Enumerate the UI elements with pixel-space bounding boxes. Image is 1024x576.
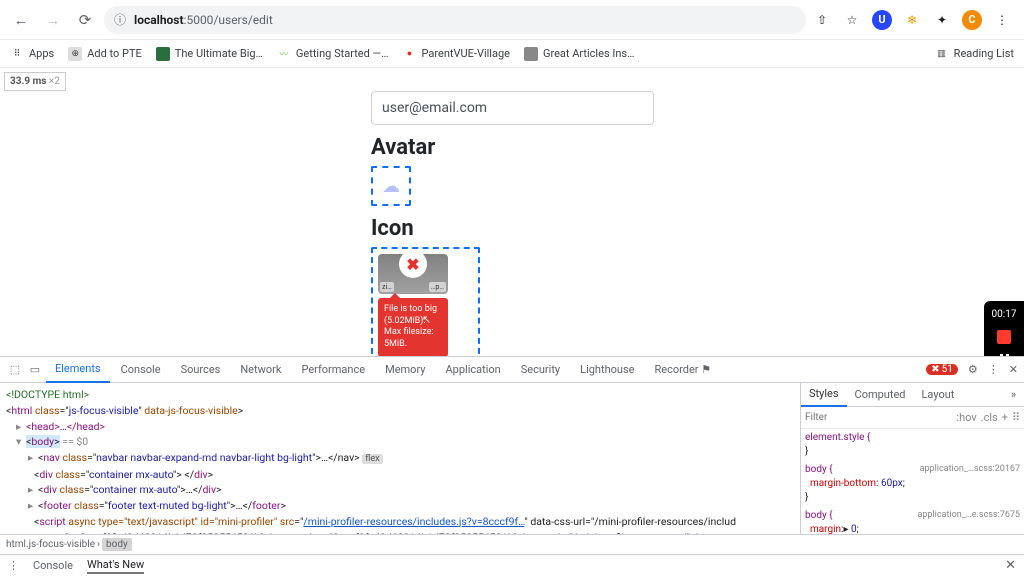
bookmark-item[interactable]: ⊕Add to PTE (68, 47, 142, 61)
cloud-upload-icon: ☁ (382, 176, 400, 197)
styles-menu-icon[interactable]: ⠿ (1012, 411, 1020, 424)
hov-toggle[interactable]: :hov (956, 411, 976, 424)
dom-breadcrumb[interactable]: html.js-focus-visible › body (0, 534, 1024, 554)
tab-elements[interactable]: Elements (46, 357, 110, 383)
site-info-icon: ⓘ (114, 11, 126, 28)
styles-rules[interactable]: element.style { } application_…scss:2016… (801, 429, 1024, 534)
avatar-dropzone[interactable]: ☁ (371, 166, 411, 206)
reading-list[interactable]: ▥Reading List (935, 47, 1014, 61)
drawer-console-tab[interactable]: Console (33, 559, 73, 572)
error-count-badge[interactable]: ✖ 51 (926, 364, 958, 375)
more-icon[interactable]: ⋮ (988, 363, 999, 376)
layout-tab[interactable]: Layout (914, 383, 963, 407)
tab-application[interactable]: Application (436, 357, 509, 383)
back-button[interactable]: ← (8, 7, 34, 33)
drawer-close-icon[interactable]: ✕ (1005, 558, 1016, 573)
bookmark-item[interactable]: The Ultimate Big… (156, 47, 263, 61)
reload-button[interactable]: ⟳ (72, 7, 98, 33)
inspect-icon[interactable]: ⬚ (6, 363, 24, 376)
apps-shortcut[interactable]: ⠿Apps (10, 47, 54, 61)
styles-tab[interactable]: Styles (801, 383, 847, 407)
remove-file-button[interactable] (399, 250, 427, 278)
dom-tree[interactable]: <!DOCTYPE html> <html class="js-focus-vi… (0, 383, 800, 534)
device-toggle-icon[interactable]: ▭ (26, 363, 44, 376)
tab-lighthouse[interactable]: Lighthouse (571, 357, 643, 383)
tab-console[interactable]: Console (112, 357, 170, 383)
extensions-icon[interactable]: ✦ (932, 10, 952, 30)
bookmark-item[interactable]: Great Articles Ins… (524, 47, 634, 61)
tab-sources[interactable]: Sources (172, 357, 230, 383)
drawer-toggle-icon[interactable]: ⋮ (8, 559, 19, 572)
upload-error: File is too big (5.02MiB). Max filesize:… (378, 298, 448, 357)
star-icon[interactable]: ☆ (842, 10, 862, 30)
icon-heading: Icon (371, 216, 654, 241)
settings-icon[interactable]: ⚙ (968, 363, 978, 376)
icon-dropzone[interactable]: zi……p… File is too big (5.02MiB). Max fi… (371, 247, 480, 364)
recorder-time: 00:17 (992, 309, 1017, 320)
ext-1-icon[interactable]: U (872, 10, 892, 30)
url: localhost:5000/users/edit (134, 13, 273, 27)
tab-memory[interactable]: Memory (376, 357, 434, 383)
close-devtools-icon[interactable]: ✕ (1009, 363, 1018, 376)
stop-record-button[interactable] (997, 330, 1011, 344)
bookmark-item[interactable]: ●ParentVUE-Village (403, 47, 510, 61)
share-icon[interactable]: ⇧ (812, 10, 832, 30)
forward-button[interactable]: → (40, 7, 66, 33)
tab-security[interactable]: Security (512, 357, 569, 383)
avatar-heading: Avatar (371, 135, 654, 160)
menu-icon[interactable]: ⋮ (992, 10, 1012, 30)
mini-profiler-badge[interactable]: 33.9 ms ×2 (4, 72, 66, 91)
omnibox[interactable]: ⓘ localhost:5000/users/edit (104, 6, 806, 34)
tab-recorder[interactable]: Recorder ⚑ (645, 357, 720, 383)
cls-toggle[interactable]: .cls (981, 411, 998, 424)
styles-filter-input[interactable] (805, 412, 952, 423)
email-field[interactable] (371, 91, 654, 125)
bookmark-item[interactable]: 〰Getting Started —… (277, 47, 389, 61)
computed-tab[interactable]: Computed (847, 383, 914, 407)
more-tabs-icon[interactable]: » (1003, 383, 1024, 407)
new-style-icon[interactable]: + (1002, 411, 1008, 424)
ext-2-icon[interactable]: ❄ (902, 10, 922, 30)
tab-performance[interactable]: Performance (292, 357, 374, 383)
tab-network[interactable]: Network (231, 357, 290, 383)
profile-avatar[interactable]: C (962, 10, 982, 30)
drawer-whatsnew-tab[interactable]: What's New (87, 558, 144, 574)
